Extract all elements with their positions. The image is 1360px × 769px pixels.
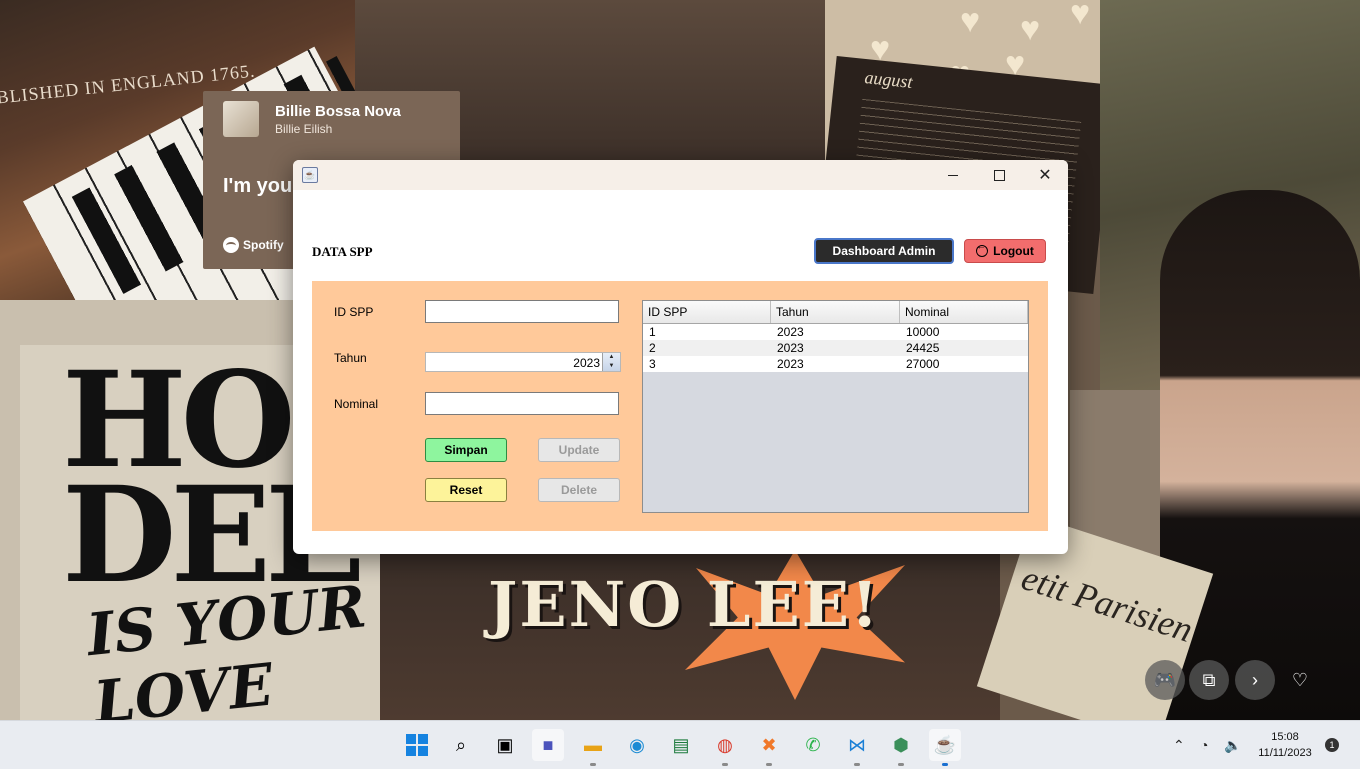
spp-window: ☕ ✕ DATA SPP Dashboard Admin Logout ID S…	[293, 160, 1068, 554]
next-icon[interactable]: ›	[1235, 660, 1275, 700]
logout-icon	[976, 241, 989, 257]
tahun-label: Tahun	[334, 351, 367, 365]
wifi-icon[interactable]: ◔	[1200, 721, 1208, 769]
windows-icon	[406, 734, 428, 756]
column-header-id-spp[interactable]: ID SPP	[643, 301, 771, 323]
table-row[interactable]: 1 2023 10000	[643, 324, 1028, 340]
form-panel: ID SPP Tahun 2023 ▲ ▼ Nominal Simpan Upd…	[312, 281, 1048, 531]
table-cell: 1	[649, 325, 656, 339]
track-title: Billie Bossa Nova	[275, 103, 401, 120]
close-icon: ✕	[1038, 167, 1052, 184]
clock[interactable]: 15:08 11/11/2023	[1245, 729, 1325, 761]
wallpaper-center: JENO LEE!	[380, 550, 1000, 720]
taskbar: ⌕ ▣ ■ ▬ ◉ ▤ ◍ ✖ ✆ ⋈ ⬢ ☕ ⌃ ◔ 🔈 15:08 11/1…	[0, 720, 1360, 769]
file-explorer-icon[interactable]: ▬	[577, 729, 609, 766]
clock-time: 15:08	[1271, 731, 1299, 743]
spinner-up-icon[interactable]: ▲	[603, 353, 620, 362]
jeno-text: JENO LEE!	[488, 568, 881, 641]
netbeans-icon[interactable]: ⬢	[885, 729, 917, 766]
id-spp-input[interactable]	[425, 300, 619, 323]
edge-icon[interactable]: ◉	[621, 729, 653, 761]
column-header-nominal[interactable]: Nominal	[900, 301, 1028, 323]
notification-badge[interactable]: 1	[1325, 738, 1339, 752]
clock-date: 11/11/2023	[1258, 747, 1312, 759]
delete-button[interactable]: Delete	[538, 478, 620, 502]
spp-table[interactable]: ID SPP Tahun Nominal 1 2023 10000 2 2023…	[642, 300, 1029, 513]
table-row[interactable]: 2 2023 24425	[643, 340, 1028, 356]
id-spp-label: ID SPP	[334, 305, 374, 319]
logout-button[interactable]: Logout	[964, 239, 1046, 263]
xampp-icon[interactable]: ✖	[753, 729, 785, 766]
dashboard-admin-button[interactable]: Dashboard Admin	[814, 238, 954, 264]
logout-label: Logout	[993, 244, 1034, 258]
table-cell: 3	[649, 357, 656, 371]
august-title: august	[863, 67, 914, 92]
vscode-icon[interactable]: ⋈	[841, 729, 873, 766]
maximize-button[interactable]	[976, 160, 1022, 190]
chrome-icon[interactable]: ◍	[709, 729, 741, 766]
minimize-button[interactable]	[930, 160, 976, 190]
simpan-button[interactable]: Simpan	[425, 438, 507, 462]
table-cell: 2	[649, 341, 656, 355]
maximize-icon	[993, 169, 1005, 181]
search-icon[interactable]: ⌕	[445, 729, 477, 761]
page-title: DATA SPP	[312, 244, 373, 259]
album-art	[223, 101, 259, 137]
spotify-label: Spotify	[243, 238, 284, 252]
column-header-tahun[interactable]: Tahun	[771, 301, 900, 323]
copy-icon[interactable]: ⧉	[1189, 660, 1229, 700]
table-row[interactable]: 3 2023 27000	[643, 356, 1028, 372]
table-cell: 27000	[906, 357, 940, 371]
update-button[interactable]: Update	[538, 438, 620, 462]
java-icon[interactable]: ☕	[929, 729, 961, 766]
java-app-icon: ☕	[302, 167, 318, 183]
task-view-icon[interactable]: ▣	[489, 729, 521, 761]
volume-icon[interactable]: 🔈	[1224, 721, 1241, 769]
tahun-spinner[interactable]: 2023 ▲ ▼	[425, 352, 621, 372]
table-header: ID SPP Tahun Nominal	[643, 301, 1028, 324]
table-cell: 24425	[906, 341, 940, 355]
classroom-icon[interactable]: ▤	[665, 729, 697, 761]
minimize-icon	[948, 174, 958, 176]
newspaper-text: etit Parisien	[1016, 557, 1198, 650]
close-button[interactable]: ✕	[1022, 160, 1068, 190]
nominal-input[interactable]	[425, 392, 619, 415]
reset-button[interactable]: Reset	[425, 478, 507, 502]
whatsapp-icon[interactable]: ✆	[797, 729, 829, 761]
table-cell: 2023	[777, 341, 804, 355]
lyric-text: I'm you	[223, 175, 293, 197]
table-cell: 2023	[777, 325, 804, 339]
start-button[interactable]	[401, 729, 433, 761]
chevron-up-icon[interactable]: ⌃	[1173, 721, 1185, 769]
spotify-icon	[223, 237, 239, 253]
heart-icon[interactable]: ♡	[1280, 660, 1320, 700]
spotify-brand: Spotify	[223, 237, 284, 253]
spinner-arrows[interactable]: ▲ ▼	[602, 353, 620, 371]
track-artist: Billie Eilish	[275, 122, 333, 136]
tahun-value: 2023	[573, 356, 600, 370]
nominal-label: Nominal	[334, 397, 379, 411]
spinner-down-icon[interactable]: ▼	[603, 362, 620, 371]
teams-chat-icon[interactable]: ■	[532, 729, 564, 761]
table-cell: 10000	[906, 325, 940, 339]
table-cell: 2023	[777, 357, 804, 371]
gamepad-icon[interactable]: 🎮	[1145, 660, 1185, 700]
title-bar[interactable]: ☕ ✕	[293, 160, 1068, 190]
